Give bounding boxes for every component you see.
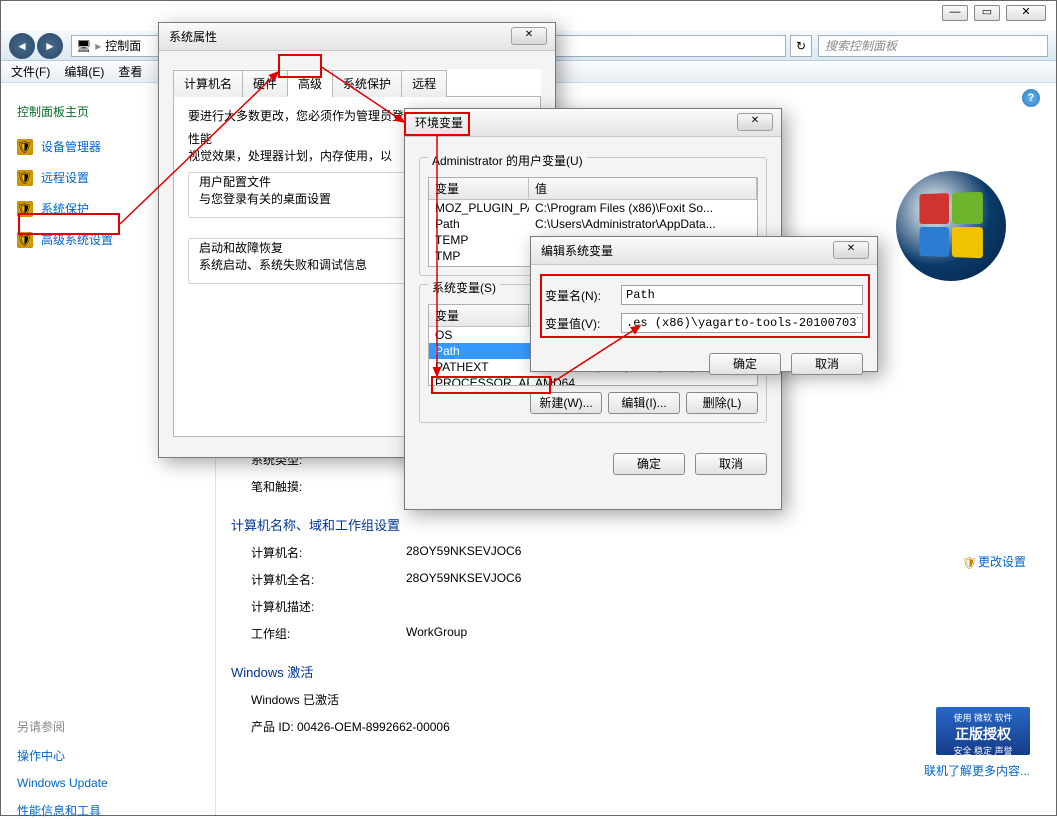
sidebar-item-label: 远程设置: [41, 169, 89, 186]
breadcrumb-item[interactable]: 控制面: [105, 37, 141, 54]
see-also-title: 另请参阅: [17, 718, 199, 735]
shield-icon: [17, 170, 33, 186]
forward-button[interactable]: ►: [37, 33, 63, 59]
editvar-cancel-button[interactable]: 取消: [791, 353, 863, 375]
see-also-perf-info[interactable]: 性能信息和工具: [17, 802, 199, 819]
edit-button[interactable]: 编辑(I)...: [608, 392, 680, 414]
change-settings-label: 更改设置: [978, 555, 1026, 569]
shield-icon: [962, 556, 976, 570]
activation-section: Windows 激活: [231, 662, 1036, 681]
computer-name-label: 计算机名:: [251, 544, 406, 561]
menu-file[interactable]: 文件(F): [11, 63, 50, 80]
menu-edit[interactable]: 编辑(E): [64, 63, 104, 80]
workgroup-label: 工作组:: [251, 625, 406, 642]
computer-name-value: 28OY59NKSEVJOC6: [406, 544, 521, 561]
system-vars-legend: 系统变量(S): [428, 281, 500, 295]
table-row[interactable]: MOZ_PLUGIN_PATHC:\Program Files (x86)\Fo…: [429, 200, 757, 216]
menu-view[interactable]: 查看: [118, 63, 142, 80]
activation-status: Windows 已激活: [251, 691, 339, 708]
dialog-close-button[interactable]: ✕: [833, 241, 869, 259]
dialog-close-button[interactable]: ✕: [737, 113, 773, 131]
tab-hardware[interactable]: 硬件: [242, 70, 288, 97]
user-vars-legend: Administrator 的用户变量(U): [428, 154, 587, 168]
shield-icon: [17, 232, 33, 248]
full-name-value: 28OY59NKSEVJOC6: [406, 571, 521, 588]
variable-value-input[interactable]: [621, 313, 863, 333]
see-also-windows-update[interactable]: Windows Update: [17, 776, 199, 790]
variable-value-label: 变量值(V):: [545, 315, 621, 332]
edit-system-variable-dialog: 编辑系统变量 ✕ 变量名(N): 变量值(V): 确定 取消: [530, 236, 878, 372]
genuine-line1: 使用 微软 软件: [940, 711, 1026, 724]
sidebar-item-label: 设备管理器: [41, 138, 101, 155]
maximize-button[interactable]: ▭: [974, 5, 1000, 21]
delete-button[interactable]: 删除(L): [686, 392, 758, 414]
variable-name-label: 变量名(N):: [545, 287, 621, 304]
dialog-title: 环境变量: [405, 109, 781, 137]
col-header-variable[interactable]: 变量: [429, 305, 529, 326]
sidebar-item-label: 系统保护: [41, 200, 89, 217]
editvar-ok-button[interactable]: 确定: [709, 353, 781, 375]
minimize-button[interactable]: —: [942, 5, 968, 21]
dialog-title: 编辑系统变量: [531, 237, 877, 265]
windows-logo: [896, 171, 1026, 291]
dialog-title: 系统属性: [159, 23, 555, 51]
sidebar-item-label: 高级系统设置: [41, 231, 113, 248]
see-also-action-center[interactable]: 操作中心: [17, 747, 199, 764]
tab-advanced[interactable]: 高级: [287, 70, 333, 97]
back-button[interactable]: ◄: [9, 33, 35, 59]
genuine-line3: 安全 稳定 声誉: [940, 744, 1026, 757]
full-name-label: 计算机全名:: [251, 571, 406, 588]
tab-computer-name[interactable]: 计算机名: [173, 70, 243, 97]
breadcrumb-separator: ▸: [95, 39, 101, 53]
product-id: 产品 ID: 00426-OEM-8992662-00006: [251, 718, 450, 735]
envvar-ok-button[interactable]: 确定: [613, 453, 685, 475]
computer-name-section: 计算机名称、域和工作组设置: [231, 515, 1036, 534]
tab-remote[interactable]: 远程: [401, 70, 447, 97]
learn-more-online-link[interactable]: 联机了解更多内容...: [924, 762, 1030, 779]
dialog-close-button[interactable]: ✕: [511, 27, 547, 45]
tab-system-protect[interactable]: 系统保护: [332, 70, 402, 97]
genuine-line2: 正版授权: [940, 724, 1026, 744]
description-label: 计算机描述:: [251, 598, 406, 615]
search-input[interactable]: 搜索控制面板: [818, 35, 1048, 57]
back-forward-group: ◄ ►: [9, 33, 63, 59]
refresh-button[interactable]: ↻: [790, 35, 812, 57]
variable-name-input[interactable]: [621, 285, 863, 305]
col-header-variable[interactable]: 变量: [429, 178, 529, 199]
sysprops-tabs: 计算机名 硬件 高级 系统保护 远程: [173, 69, 541, 97]
col-header-value[interactable]: 值: [529, 178, 757, 199]
genuine-badge[interactable]: 使用 微软 软件 正版授权 安全 稳定 声誉: [936, 707, 1030, 755]
shield-icon: [17, 139, 33, 155]
envvar-cancel-button[interactable]: 取消: [695, 453, 767, 475]
help-icon[interactable]: ?: [1022, 89, 1040, 107]
shield-icon: [17, 201, 33, 217]
change-settings-link[interactable]: 更改设置: [962, 553, 1026, 570]
window-controls: — ▭ ✕: [942, 5, 1046, 21]
window-close-button[interactable]: ✕: [1006, 5, 1046, 21]
table-row[interactable]: PathC:\Users\Administrator\AppData...: [429, 216, 757, 232]
computer-icon: 🖥: [76, 39, 91, 53]
workgroup-value: WorkGroup: [406, 625, 467, 642]
new-button[interactable]: 新建(W)...: [530, 392, 602, 414]
